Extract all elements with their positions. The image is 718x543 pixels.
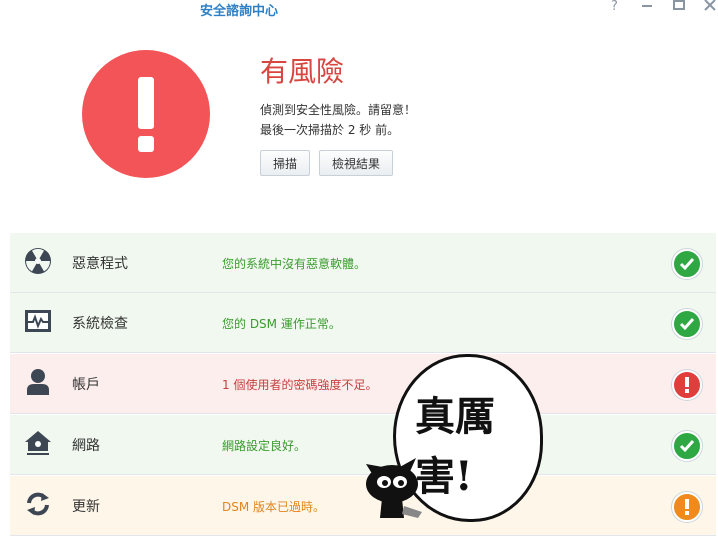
view-results-button[interactable]: 檢視結果 <box>319 150 394 176</box>
sticker-text-line1: 真厲 <box>415 393 495 440</box>
category-label: 更新 <box>72 499 100 515</box>
ok-check-icon <box>672 431 702 461</box>
category-row-malware[interactable]: 惡意程式 您的系統中沒有惡意軟體。 <box>10 233 716 293</box>
title-bar: 安全諮詢中心 ? <box>0 0 718 19</box>
category-message: 1 個使用者的密碼強度不足。 <box>222 378 378 392</box>
risk-alert-icon <box>82 50 210 178</box>
status-description: 偵測到安全性風險。請留意！ <box>260 103 417 117</box>
radiation-icon <box>25 248 51 274</box>
danger-exclamation-icon <box>672 370 702 400</box>
minimize-icon[interactable] <box>641 0 653 15</box>
window-title: 安全諮詢中心 <box>200 4 279 19</box>
category-message: 您的 DSM 運作正常。 <box>222 317 341 331</box>
scan-button[interactable]: 掃描 <box>260 150 311 176</box>
category-label: 帳戶 <box>72 377 100 393</box>
category-message: DSM 版本已過時。 <box>222 500 326 514</box>
category-label: 系統檢查 <box>72 316 128 332</box>
category-row-account[interactable]: 帳戶 1 個使用者的密碼強度不足。 <box>10 354 716 414</box>
category-label: 網路 <box>72 438 100 454</box>
system-monitor-icon <box>25 310 51 332</box>
ok-check-icon <box>672 309 702 339</box>
warning-exclamation-icon <box>672 492 702 522</box>
category-row-system-check[interactable]: 系統檢查 您的 DSM 運作正常。 <box>10 293 716 353</box>
category-message: 網路設定良好。 <box>222 439 307 453</box>
close-icon[interactable] <box>704 0 716 15</box>
last-scan-time: 最後一次掃描於 2 秒 前。 <box>260 123 400 137</box>
user-icon <box>27 369 49 395</box>
category-message: 您的系統中沒有惡意軟體。 <box>222 257 367 271</box>
refresh-icon <box>27 492 49 516</box>
ok-check-icon <box>672 249 702 279</box>
cartoon-cat-icon <box>366 458 422 518</box>
home-network-icon <box>25 431 51 455</box>
status-title: 有風險 <box>260 55 345 88</box>
help-icon[interactable]: ? <box>611 0 618 14</box>
maximize-icon[interactable] <box>673 0 685 15</box>
category-label: 惡意程式 <box>72 256 128 272</box>
